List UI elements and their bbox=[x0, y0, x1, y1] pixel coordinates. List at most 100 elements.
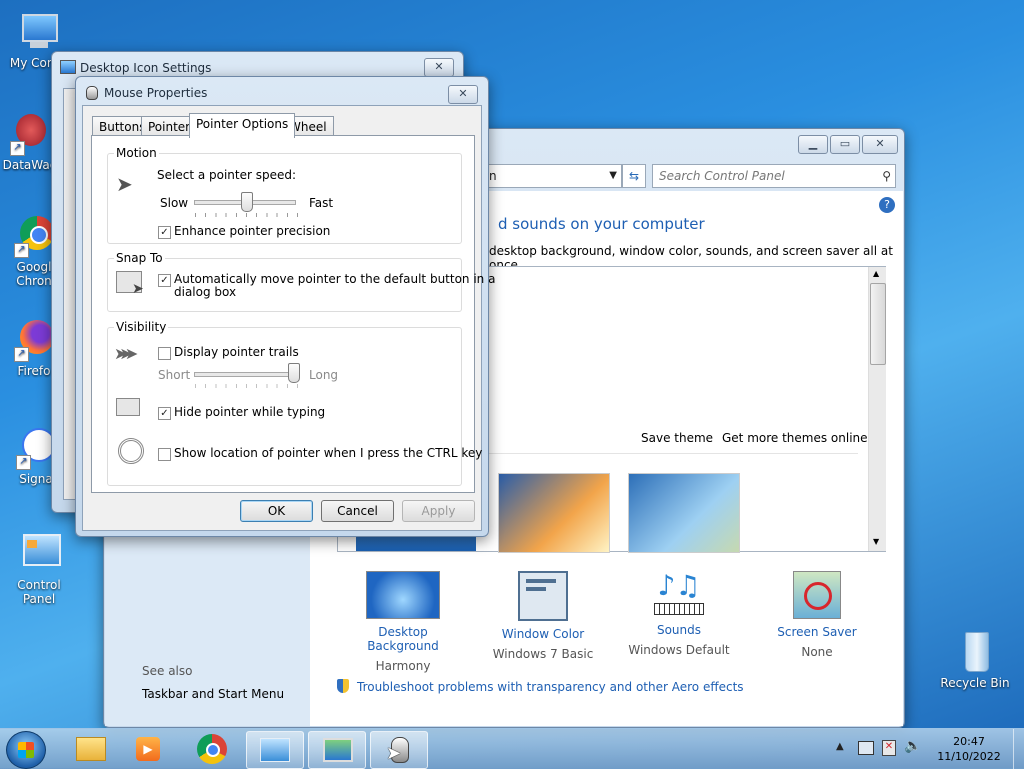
snap-to-text-line1: Automatically move pointer to the defaul… bbox=[174, 272, 496, 286]
enhance-precision-checkbox[interactable]: ✓ bbox=[158, 226, 171, 239]
shortcut-arrow-icon: ↗ bbox=[16, 455, 31, 470]
chrome-icon: ↗ bbox=[12, 214, 56, 258]
pointer-trails-label: Display pointer trails bbox=[174, 345, 299, 359]
taskbar: ▶ ▲ ✕ 🔈 20:47 11/10/2022 bbox=[0, 728, 1024, 769]
pointer-cursor-icon: ➤ bbox=[132, 281, 144, 297]
mouse-icon bbox=[86, 86, 98, 100]
system-clock[interactable]: 20:47 11/10/2022 bbox=[930, 734, 1008, 764]
desktop-icon-control-panel[interactable]: Control Panel bbox=[1, 532, 77, 606]
pointer-speed-slider[interactable] bbox=[241, 192, 253, 212]
show-location-label: Show location of pointer when I press th… bbox=[174, 446, 483, 460]
window-title: Desktop Icon Settings bbox=[80, 61, 212, 75]
save-theme-link[interactable]: Save theme bbox=[641, 431, 713, 445]
show-hidden-icons-button[interactable]: ▲ bbox=[836, 741, 844, 752]
clock-date: 11/10/2022 bbox=[937, 750, 1001, 763]
maximize-button[interactable]: ▭ bbox=[830, 135, 860, 154]
desktop-background-item[interactable]: Desktop Background Harmony bbox=[343, 571, 463, 673]
desktop-icon-settings-icon bbox=[60, 60, 76, 74]
desktop-background-icon bbox=[366, 571, 440, 619]
dropdown-arrow-icon: ▼ bbox=[609, 170, 617, 181]
media-player-icon: ▶ bbox=[136, 737, 160, 761]
sounds-icon: ♪♫ bbox=[654, 571, 704, 617]
pointer-speed-ticks bbox=[195, 213, 298, 217]
short-label: Short bbox=[158, 368, 191, 382]
sounds-link[interactable]: Sounds bbox=[619, 623, 739, 637]
taskbar-explorer[interactable] bbox=[62, 731, 118, 767]
screen-saver-icon bbox=[793, 571, 841, 619]
address-bar[interactable]: n ▼ bbox=[484, 164, 622, 188]
pointer-trails-slider[interactable] bbox=[288, 363, 300, 383]
display-settings-icon bbox=[323, 738, 353, 762]
screen-saver-link[interactable]: Screen Saver bbox=[757, 625, 877, 639]
desktop-background-link[interactable]: Desktop Background bbox=[343, 625, 463, 653]
volume-icon[interactable]: 🔈 bbox=[904, 738, 921, 754]
taskbar-start-menu-link[interactable]: Taskbar and Start Menu bbox=[142, 687, 284, 701]
datawag-icon: ↗ bbox=[8, 112, 52, 156]
hide-pointer-icon bbox=[116, 398, 140, 416]
mouse-cursor-icon: ➤ bbox=[386, 743, 402, 764]
desktop-icon-recycle-bin[interactable]: Recycle Bin bbox=[937, 630, 1013, 690]
shield-icon bbox=[337, 679, 349, 693]
control-panel-icon bbox=[17, 532, 61, 576]
theme-thumbnail[interactable] bbox=[498, 473, 610, 553]
apply-button[interactable]: Apply bbox=[402, 500, 475, 522]
taskbar-chrome[interactable] bbox=[184, 731, 240, 767]
show-location-checkbox[interactable] bbox=[158, 448, 171, 461]
network-icon[interactable] bbox=[858, 741, 874, 755]
troubleshoot-link[interactable]: Troubleshoot problems with transparency … bbox=[357, 680, 744, 694]
search-field[interactable]: Search Control Panel ⚲ bbox=[652, 164, 896, 188]
search-placeholder: Search Control Panel bbox=[659, 169, 785, 183]
scroll-up-icon[interactable]: ▲ bbox=[873, 269, 879, 278]
pointer-speed-label: Select a pointer speed: bbox=[157, 168, 297, 182]
pointer-trails-checkbox[interactable] bbox=[158, 347, 171, 360]
visibility-label: Visibility bbox=[114, 320, 169, 334]
get-more-themes-link[interactable]: Get more themes online bbox=[722, 431, 868, 445]
mouse-properties-dialog[interactable]: Mouse Properties ✕ Buttons Pointers Poin… bbox=[75, 76, 495, 537]
page-heading: d sounds on your computer bbox=[498, 215, 705, 233]
slow-label: Slow bbox=[160, 196, 189, 210]
close-button[interactable]: ✕ bbox=[424, 58, 454, 77]
show-desktop-button[interactable] bbox=[1013, 729, 1024, 769]
sounds-item[interactable]: ♪♫ Sounds Windows Default bbox=[619, 571, 739, 658]
pointer-speed-icon: ➤ bbox=[116, 172, 133, 196]
dialog-title: Mouse Properties bbox=[104, 86, 208, 100]
snap-to-label: Snap To bbox=[114, 251, 165, 265]
screen-saver-item[interactable]: Screen Saver None bbox=[757, 571, 877, 659]
window-color-link[interactable]: Window Color bbox=[483, 627, 603, 641]
theme-thumbnail[interactable] bbox=[628, 473, 740, 553]
hide-pointer-label: Hide pointer while typing bbox=[174, 405, 326, 419]
window-color-item[interactable]: Window Color Windows 7 Basic bbox=[483, 571, 603, 661]
screen-saver-value: None bbox=[801, 645, 833, 659]
search-icon: ⚲ bbox=[882, 169, 891, 183]
scroll-thumb[interactable] bbox=[870, 283, 886, 365]
minimize-button[interactable]: ▁ bbox=[798, 135, 828, 154]
refresh-button[interactable]: ⇆ bbox=[622, 164, 646, 188]
tab-pointer-options[interactable]: Pointer Options bbox=[189, 113, 296, 138]
pointer-trails-ticks bbox=[195, 384, 298, 388]
cancel-button[interactable]: Cancel bbox=[321, 500, 394, 522]
shortcut-arrow-icon: ↗ bbox=[10, 141, 25, 156]
pointer-trails-track[interactable] bbox=[194, 372, 296, 377]
close-button[interactable]: ✕ bbox=[448, 85, 478, 104]
taskbar-desktop-icon-settings[interactable] bbox=[308, 731, 366, 769]
sounds-value: Windows Default bbox=[628, 643, 730, 657]
action-center-flag-icon[interactable]: ✕ bbox=[882, 740, 896, 756]
close-button[interactable]: ✕ bbox=[862, 135, 898, 154]
scroll-down-icon[interactable]: ▼ bbox=[873, 537, 879, 546]
recycle-bin-icon bbox=[953, 630, 997, 674]
pointer-trails-icon: ➤➤➤ bbox=[114, 344, 138, 363]
scrollbar[interactable]: ▲ ▼ bbox=[868, 267, 886, 551]
snap-to-text-line2: dialog box bbox=[174, 285, 237, 299]
taskbar-media-player[interactable]: ▶ bbox=[120, 731, 176, 767]
help-icon[interactable]: ? bbox=[879, 197, 895, 213]
hide-pointer-checkbox[interactable]: ✓ bbox=[158, 407, 171, 420]
desktop-icon-label: Control Panel bbox=[17, 578, 61, 606]
shortcut-arrow-icon: ↗ bbox=[14, 347, 29, 362]
taskbar-control-panel[interactable] bbox=[246, 731, 304, 769]
snap-to-checkbox[interactable]: ✓ bbox=[158, 274, 171, 287]
start-button[interactable] bbox=[6, 731, 46, 769]
see-also-heading: See also bbox=[142, 664, 193, 678]
desktop-icon-label: Recycle Bin bbox=[940, 676, 1010, 690]
clock-time: 20:47 bbox=[953, 735, 985, 748]
ok-button[interactable]: OK bbox=[240, 500, 313, 522]
